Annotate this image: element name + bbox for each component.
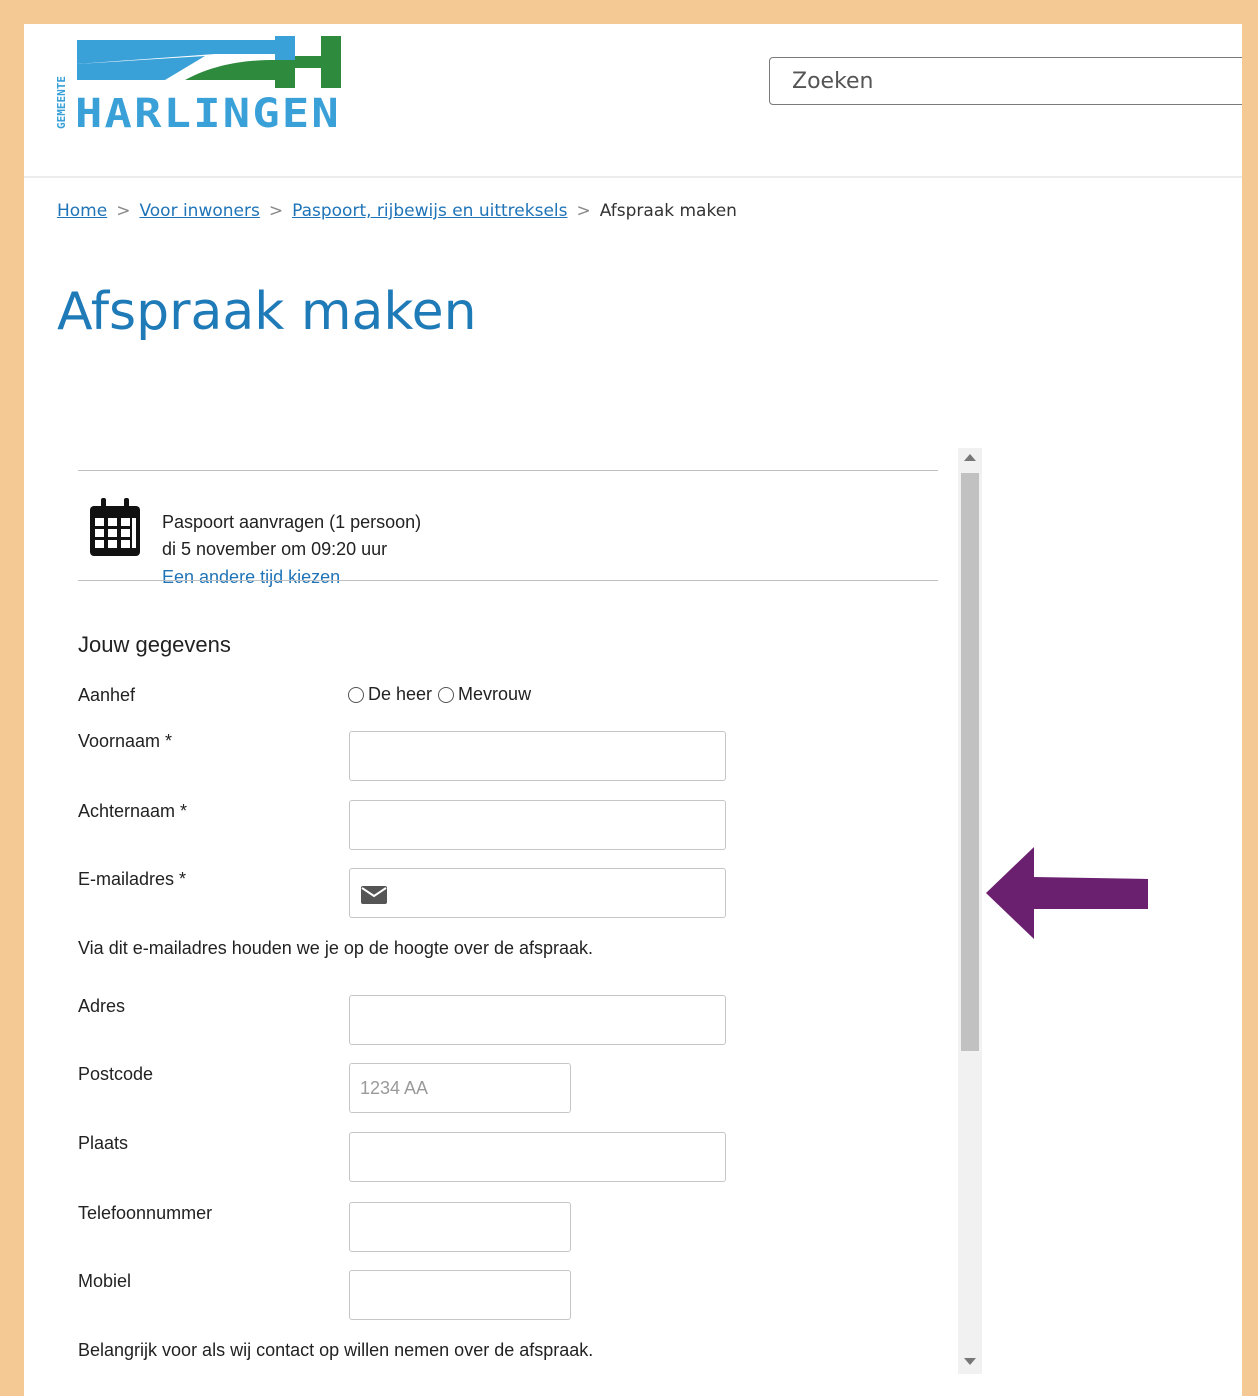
radio-de-heer[interactable] [348, 686, 364, 703]
mobile-label: Mobiel [78, 1271, 132, 1291]
breadcrumb-voor-inwoners-link[interactable]: Voor inwoners [139, 201, 259, 221]
page-title: Afspraak maken [57, 282, 477, 342]
city-label: Plaats [78, 1133, 129, 1153]
email-note: Via dit e-mailadres houden we je op de h… [78, 938, 594, 958]
phone-note: Belangrijk voor als wij contact op wille… [78, 1340, 594, 1360]
lastname-input[interactable] [349, 800, 726, 850]
annotation-arrow-icon [986, 847, 1148, 939]
appointment-datetime: di 5 november om 09:20 uur [162, 539, 388, 559]
salutation-radio-group: De heer Mevrouw [348, 684, 537, 705]
scroll-thumb[interactable] [961, 473, 979, 1051]
scroll-up-arrow-icon[interactable] [964, 454, 976, 461]
chevron-right-icon: > [268, 201, 284, 221]
change-time-link[interactable]: Een andere tijd kiezen [162, 567, 340, 587]
salutation-label: Aanhef [78, 685, 136, 705]
email-label: E-mailadres * [78, 869, 187, 889]
harlingen-logo[interactable]: GEMEENTE HARLINGEN [55, 34, 345, 134]
radio-de-heer-label[interactable]: De heer [368, 684, 432, 705]
chevron-right-icon: > [116, 201, 131, 221]
envelope-icon [361, 886, 387, 904]
city-input[interactable] [349, 1132, 726, 1182]
browser-page: GEMEENTE HARLINGEN Home > Voor inwoners > Pa… [24, 24, 1242, 1396]
radio-mevrouw[interactable] [438, 686, 455, 703]
calendar-icon [90, 498, 140, 556]
search-input[interactable] [769, 57, 1242, 105]
divider [78, 580, 938, 581]
chevron-right-icon: > [576, 201, 591, 221]
radio-mevrouw-label[interactable]: Mevrouw [458, 684, 531, 705]
appointment-form-frame: Paspoort aanvragen (1 persoon) di 5 nove… [78, 448, 982, 1374]
site-header: GEMEENTE HARLINGEN [24, 24, 1242, 178]
breadcrumb-home-link[interactable]: Home [57, 201, 107, 221]
divider [78, 470, 938, 471]
scroll-down-arrow-icon[interactable] [964, 1358, 976, 1365]
phone-input[interactable] [349, 1202, 571, 1252]
email-input[interactable] [349, 868, 726, 918]
postcode-label: Postcode [78, 1064, 154, 1084]
logo-small-text: GEMEENTE [55, 76, 68, 129]
phone-label: Telefoonnummer [78, 1203, 213, 1223]
section-title: Jouw gegevens [78, 632, 231, 657]
firstname-input[interactable] [349, 731, 726, 781]
breadcrumb-paspoort-link[interactable]: Paspoort, rijbewijs en uittreksels [292, 201, 567, 221]
appointment-product: Paspoort aanvragen (1 persoon) [162, 512, 422, 532]
breadcrumb: Home > Voor inwoners > Paspoort, rijbewijs e… [57, 201, 737, 221]
logo-name: HARLINGEN [75, 91, 341, 134]
mobile-input[interactable] [349, 1270, 571, 1320]
address-label: Adres [78, 996, 126, 1016]
lastname-label: Achternaam * [78, 801, 188, 821]
frame-scrollbar[interactable] [958, 448, 982, 1374]
breadcrumb-current: Afspraak maken [599, 201, 737, 221]
firstname-label: Voornaam * [78, 731, 173, 751]
postcode-input[interactable] [349, 1063, 571, 1113]
address-input[interactable] [349, 995, 726, 1045]
